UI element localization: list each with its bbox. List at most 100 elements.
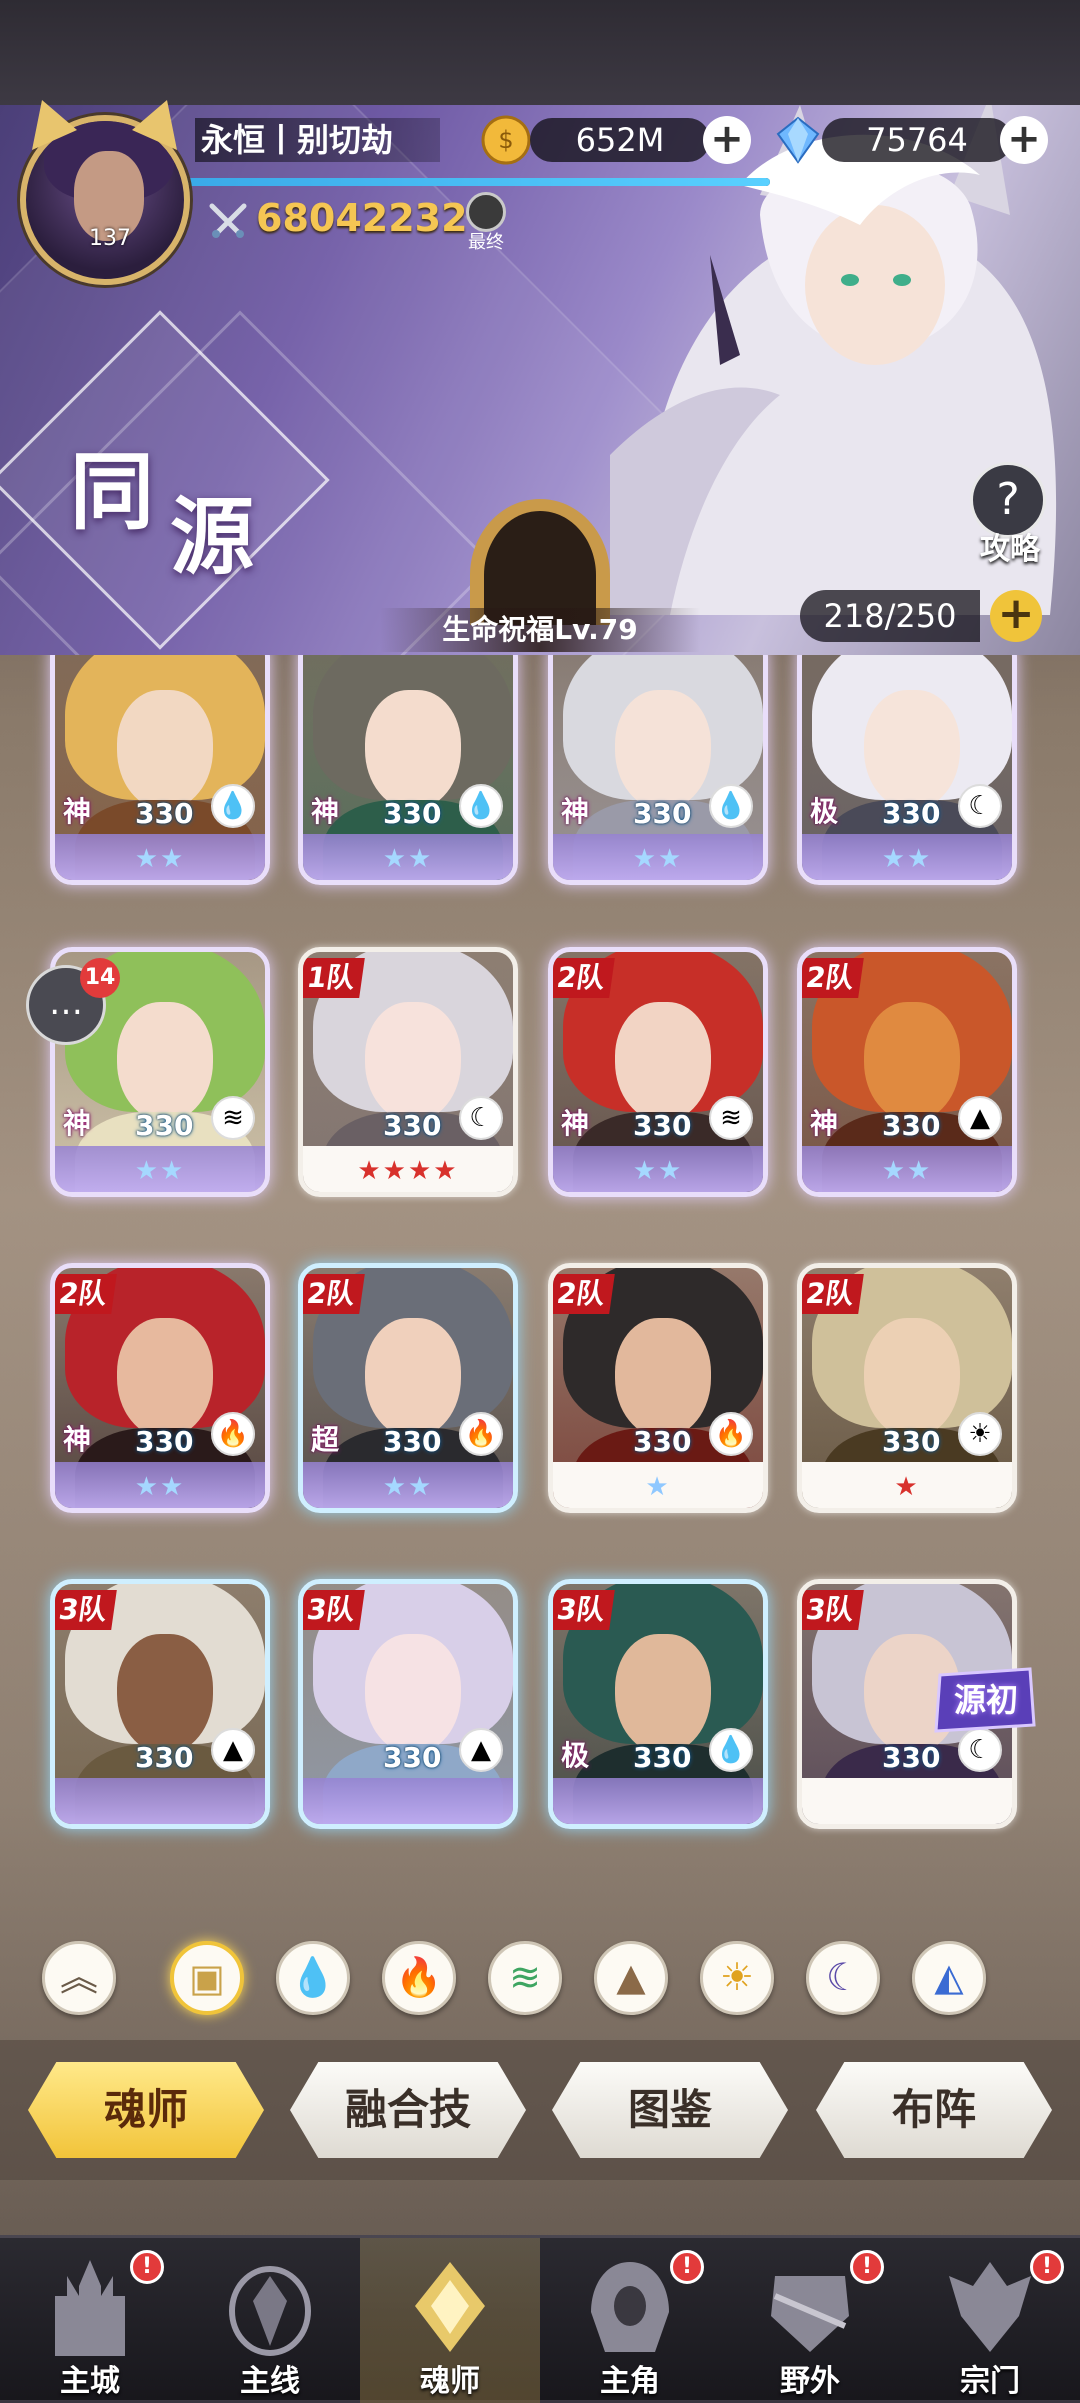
tier-label: 神	[561, 795, 590, 828]
filter-wind-icon: ≋	[509, 1955, 541, 1999]
hero-icon	[591, 2262, 669, 2352]
nav-label: 魂师	[420, 2364, 480, 2399]
character-level: 330	[383, 1109, 442, 1142]
character-level: 330	[633, 1109, 692, 1142]
tier-label: 神	[810, 1107, 839, 1140]
character-card[interactable]: 3队 330 ▲	[50, 1579, 270, 1829]
team-tag: 2队	[802, 958, 865, 998]
tab-label: 图鉴	[627, 2085, 712, 2134]
tier-label: 神	[63, 1423, 92, 1456]
filter-special-button[interactable]: ◭	[912, 1941, 986, 2015]
star-rating: ★	[894, 1472, 920, 1502]
tab-label: 布阵	[891, 2085, 976, 2134]
tier-label: 神	[63, 1107, 92, 1140]
team-tag: 2队	[55, 1274, 118, 1314]
filter-sun-icon: ☀	[719, 1955, 755, 1999]
character-card[interactable]: 2队神 330 🔥 ★★	[50, 1263, 270, 1513]
nav-hero[interactable]: 主角!	[540, 2238, 720, 2403]
tab-0[interactable]: 魂师	[28, 2062, 264, 2158]
nav-sect[interactable]: 宗门!	[900, 2238, 1080, 2403]
character-card[interactable]: 3队 330 ▲	[298, 1579, 518, 1829]
water-element-icon: 💧	[459, 784, 503, 828]
character-card[interactable]: 神 330 💧 ★★	[298, 655, 518, 885]
title-char-2: 源	[170, 487, 255, 586]
character-level: 330	[633, 797, 692, 830]
nav-castle[interactable]: 主城!	[0, 2238, 180, 2403]
filter-special-icon: ◭	[934, 1955, 964, 1999]
sun-element-icon: ☀	[958, 1412, 1002, 1456]
filter-moon-icon: ☾	[825, 1955, 861, 1999]
character-level: 330	[135, 1425, 194, 1458]
card-footer	[55, 1778, 265, 1824]
filter-wind-button[interactable]: ≋	[488, 1941, 562, 2015]
title-char-1: 同	[70, 442, 155, 541]
tab-1[interactable]: 融合技	[290, 2062, 526, 2158]
tier-label: 极	[810, 795, 839, 828]
chat-icon: …	[49, 983, 83, 1023]
magnifier-icon	[466, 192, 506, 232]
tab-label: 魂师	[103, 2085, 188, 2134]
team-tag: 2队	[802, 1274, 865, 1314]
character-level: 330	[383, 797, 442, 830]
filter-rank-button[interactable]: ︽	[42, 1941, 116, 2015]
card-footer	[553, 1778, 763, 1824]
sect-icon	[949, 2262, 1031, 2352]
filter-all-icon: ▣	[189, 1956, 225, 2000]
filter-moon-button[interactable]: ☾	[806, 1941, 880, 2015]
filter-sun-button[interactable]: ☀	[700, 1941, 774, 2015]
final-power-button[interactable]: 最终	[460, 192, 512, 253]
filter-fire-button[interactable]: 🔥	[382, 1941, 456, 2015]
character-card[interactable]: 2队神 330 ▲ ★★	[797, 947, 1017, 1197]
life-blessing-emblem[interactable]	[460, 495, 620, 625]
character-card[interactable]: 2队神 330 ≋ ★★	[548, 947, 768, 1197]
team-tag: 3队	[303, 1590, 366, 1630]
character-level: 330	[882, 1425, 941, 1458]
character-card[interactable]: 1队 330 ☾ ★★★★	[298, 947, 518, 1197]
bottom-navigation: 主城! 主线 魂师 主角! 野外! 宗门!	[0, 2235, 1080, 2403]
character-card[interactable]: 2队超 330 🔥 ★★	[298, 1263, 518, 1513]
tier-label: 超	[311, 1423, 340, 1456]
guide-button[interactable]: ? 攻略	[960, 462, 1060, 567]
filter-water-button[interactable]: 💧	[276, 1941, 350, 2015]
character-level: 330	[383, 1425, 442, 1458]
star-rating: ★★	[881, 1156, 933, 1186]
expand-capacity-button[interactable]: +	[990, 590, 1042, 642]
chat-unread-count: 14	[80, 958, 120, 998]
alert-badge: !	[850, 2250, 884, 2284]
alert-badge: !	[670, 2250, 704, 2284]
tier-label: 神	[63, 795, 92, 828]
add-diamond-button[interactable]: +	[1000, 116, 1048, 164]
character-level: 330	[882, 797, 941, 830]
diamond-icon	[776, 116, 820, 164]
wind-element-icon: ≋	[709, 1096, 753, 1140]
character-level: 330	[882, 1109, 941, 1142]
star-rating: ★★★★	[357, 1156, 459, 1186]
water-element-icon: 💧	[709, 784, 753, 828]
character-card[interactable]: 3队极 330 💧	[548, 1579, 768, 1829]
nav-wild[interactable]: 野外!	[720, 2238, 900, 2403]
nav-soul-master[interactable]: 魂师	[360, 2238, 540, 2403]
star-rating: ★	[645, 1472, 671, 1502]
avatar-frame-ornament	[32, 100, 177, 150]
filter-mountain-icon: ▲	[616, 1955, 646, 1999]
character-card[interactable]: 极 330 ☾ ★★	[797, 655, 1017, 885]
guide-label: 攻略	[980, 532, 1040, 567]
mountain-element-icon: ▲	[459, 1728, 503, 1772]
tab-2[interactable]: 图鉴	[552, 2062, 788, 2158]
character-card[interactable]: 神 330 💧 ★★	[50, 655, 270, 885]
filter-water-icon: 💧	[289, 1955, 337, 1999]
filter-all-button[interactable]: ▣	[170, 1941, 244, 2015]
character-card[interactable]: 2队 330 🔥 ★	[548, 1263, 768, 1513]
nav-mainline[interactable]: 主线	[180, 2238, 360, 2403]
add-gold-button[interactable]: +	[703, 116, 751, 164]
nav-label: 宗门	[960, 2364, 1020, 2399]
tab-3[interactable]: 布阵	[816, 2062, 1052, 2158]
star-rating: ★★	[134, 1156, 186, 1186]
character-card[interactable]: 神 330 💧 ★★	[548, 655, 768, 885]
character-card[interactable]: 2队 330 ☀ ★	[797, 1263, 1017, 1513]
team-tag: 3队	[802, 1590, 865, 1630]
soul-master-icon	[415, 2262, 485, 2352]
character-level: 330	[633, 1425, 692, 1458]
nav-label: 主角	[600, 2364, 660, 2399]
filter-mountain-button[interactable]: ▲	[594, 1941, 668, 2015]
